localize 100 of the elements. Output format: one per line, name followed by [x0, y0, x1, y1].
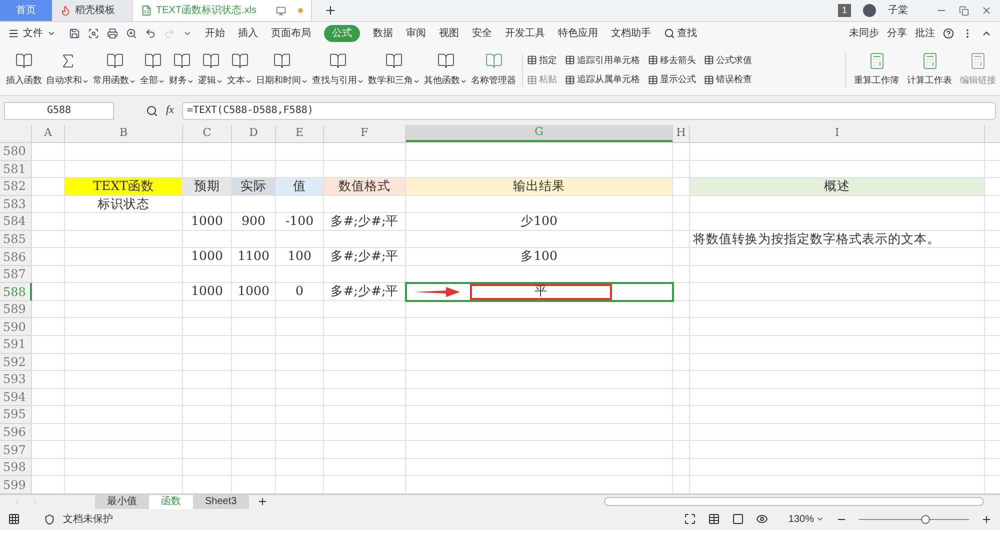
grid-cell[interactable] [673, 283, 690, 301]
grid-cell[interactable] [32, 248, 65, 266]
ribbon-button[interactable]: 查找与引用 [310, 52, 366, 88]
grid-cell[interactable] [276, 196, 324, 214]
grid-cell[interactable] [690, 458, 985, 476]
ribbon-button[interactable]: 数学和三角 [366, 52, 422, 88]
grid-cell[interactable] [690, 424, 985, 442]
ribbon-button[interactable]: 财务 [167, 52, 196, 88]
eye-icon[interactable] [756, 513, 768, 526]
grid-cell[interactable] [406, 300, 673, 318]
save-icon[interactable] [69, 28, 80, 39]
row-header[interactable]: 589 [0, 300, 32, 318]
ribbon-button[interactable]: 插入函数 [4, 52, 44, 88]
grid-cell[interactable] [183, 424, 232, 442]
menu-tab[interactable]: 特色应用 [558, 26, 598, 41]
zoom-in-icon[interactable] [981, 514, 992, 525]
grid-cell[interactable] [406, 424, 673, 442]
grid-cell[interactable] [406, 318, 673, 336]
grid-cell[interactable] [406, 354, 673, 372]
grid-cell[interactable] [65, 458, 183, 476]
grid-cell[interactable] [65, 336, 183, 354]
column-header[interactable]: I [690, 125, 985, 142]
row-header[interactable]: 590 [0, 318, 32, 336]
menu-tab[interactable]: 数据 [373, 26, 393, 41]
grid-cell[interactable] [690, 441, 985, 459]
grid-cell[interactable] [32, 300, 65, 318]
grid-cell[interactable] [690, 388, 985, 406]
preview-icon[interactable] [126, 28, 137, 39]
grid-cell[interactable] [406, 196, 673, 214]
grid-cell[interactable] [183, 196, 232, 214]
grid-cell[interactable] [32, 318, 65, 336]
grid-cell[interactable] [673, 406, 690, 424]
row-header[interactable]: 587 [0, 266, 32, 284]
grid-cell[interactable] [690, 371, 985, 389]
grid-cell[interactable] [276, 230, 324, 248]
grid-cell[interactable] [673, 300, 690, 318]
ribbon-small-button[interactable]: 指定 [527, 54, 557, 67]
grid-cell[interactable] [32, 441, 65, 459]
column-header[interactable]: C [183, 125, 232, 142]
grid-cell[interactable] [673, 143, 690, 161]
grid-cell[interactable] [65, 283, 183, 301]
zoom-slider[interactable] [859, 514, 969, 524]
grid-cell[interactable] [324, 441, 406, 459]
grid-cell[interactable] [276, 441, 324, 459]
ribbon-button[interactable]: 重算工作簿 [854, 52, 899, 88]
file-menu[interactable]: 文件 [8, 26, 56, 41]
page-view-icon[interactable] [732, 513, 744, 526]
grid-cell[interactable] [324, 406, 406, 424]
row-header[interactable]: 584 [0, 213, 32, 231]
row-header[interactable]: 586 [0, 248, 32, 266]
fullscreen-icon[interactable] [684, 513, 696, 526]
ribbon-small-button[interactable]: 错误检查 [704, 73, 752, 86]
grid-cell[interactable] [232, 230, 276, 248]
document-tab[interactable]: 稻壳模板 [52, 0, 132, 21]
ribbon-button[interactable]: 全部 [138, 52, 167, 88]
grid-cell[interactable] [183, 371, 232, 389]
zoom-level[interactable]: 130% [788, 512, 824, 527]
sheet-tab[interactable]: Sheet3 [193, 494, 249, 509]
grid-cell[interactable] [673, 318, 690, 336]
grid-cell[interactable] [673, 388, 690, 406]
grid-cell[interactable] [690, 266, 985, 284]
grid-cell[interactable] [232, 266, 276, 284]
grid-cell[interactable] [32, 283, 65, 301]
row-header[interactable]: 581 [0, 160, 32, 178]
grid-cell[interactable] [183, 406, 232, 424]
ribbon-small-button[interactable]: 追踪引用单元格 [565, 54, 640, 67]
grid-cell[interactable] [232, 458, 276, 476]
grid-cell[interactable] [65, 248, 183, 266]
grid-cell[interactable] [65, 213, 183, 231]
grid-cell[interactable] [324, 354, 406, 372]
grid-cell[interactable] [324, 230, 406, 248]
column-header[interactable]: B [65, 125, 183, 142]
grid-cell[interactable] [324, 458, 406, 476]
formula-field[interactable]: =TEXT(C588-D588,F588) [182, 102, 996, 120]
ribbon-small-button[interactable]: 显示公式 [648, 73, 696, 86]
column-header[interactable]: A [32, 125, 65, 142]
menu-tab[interactable]: 视图 [439, 26, 459, 41]
print-icon[interactable] [107, 28, 118, 39]
slider-thumb[interactable] [921, 514, 930, 524]
grid-cell[interactable] [673, 424, 690, 442]
grid-cell[interactable] [406, 458, 673, 476]
grid-cell[interactable] [406, 336, 673, 354]
grid-cell[interactable] [232, 196, 276, 214]
grid-cell[interactable] [32, 143, 65, 161]
grid-cell[interactable] [65, 441, 183, 459]
row-header[interactable]: 580 [0, 143, 32, 161]
grid-cell[interactable] [232, 336, 276, 354]
grid-cell[interactable] [183, 458, 232, 476]
document-tab[interactable]: TEXT函数标识状态.xls [132, 0, 312, 21]
fx-label[interactable]: fx [166, 102, 174, 119]
grid-cell[interactable] [232, 441, 276, 459]
grid-cell[interactable] [276, 266, 324, 284]
column-header[interactable]: H [673, 125, 690, 142]
menu-tab[interactable]: 公式 [324, 25, 360, 42]
grid-cell[interactable] [65, 300, 183, 318]
grid-cell[interactable] [32, 160, 65, 178]
menu-tab[interactable]: 开始 [205, 26, 225, 41]
grid-cell[interactable] [673, 266, 690, 284]
menu-tab[interactable]: 页面布局 [271, 26, 311, 41]
ribbon-button[interactable]: 逻辑 [196, 52, 225, 88]
